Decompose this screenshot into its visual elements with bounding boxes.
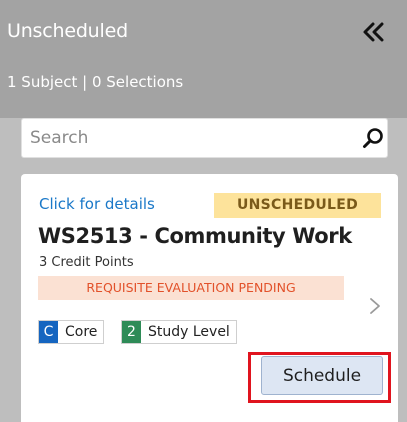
tag-study-level: 2 Study Level [121,320,237,344]
double-chevron-left-icon [363,22,384,42]
subject-card: Click for details UNSCHEDULED WS2513 - C… [21,174,398,422]
search-icon[interactable] [362,127,384,149]
tag-study-level-label: Study Level [148,324,230,340]
collapse-panel-button[interactable] [360,18,388,46]
panel-title: Unscheduled [7,20,128,42]
search-box [21,118,388,158]
chevron-right-icon[interactable] [368,296,382,316]
tag-core-code: C [39,321,58,343]
tag-core: C Core [38,320,105,344]
tag-study-level-code: 2 [122,321,141,343]
status-badge: UNSCHEDULED [214,193,381,218]
tag-core-label: Core [65,324,98,340]
subject-title: WS2513 - Community Work [38,224,352,248]
details-link[interactable]: Click for details [39,195,155,213]
schedule-button[interactable]: Schedule [261,356,383,395]
search-input[interactable] [30,119,330,157]
credit-points: 3 Credit Points [39,255,134,270]
panel-header: Unscheduled 1 Subject | 0 Selections [0,0,407,118]
panel-summary: 1 Subject | 0 Selections [7,73,184,91]
unscheduled-panel: Unscheduled 1 Subject | 0 Selections Cli… [0,0,407,422]
requisite-badge: REQUISITE EVALUATION PENDING [38,276,344,300]
